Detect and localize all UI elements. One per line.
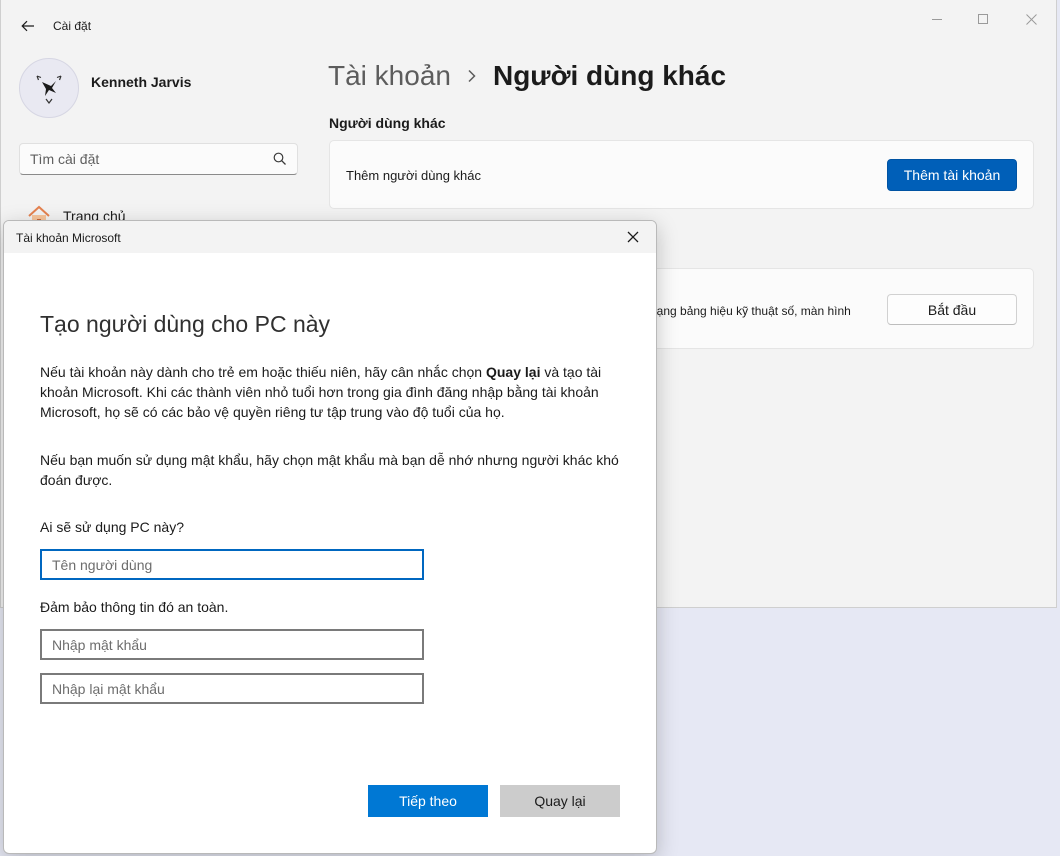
add-account-button[interactable]: Thêm tài khoản <box>887 159 1017 191</box>
notice-text-start: Nếu tài khoản này dành cho trẻ em hoặc t… <box>40 364 486 380</box>
breadcrumb-parent[interactable]: Tài khoản <box>328 60 451 92</box>
minimize-icon <box>932 19 942 20</box>
dialog-title-bar: Tài khoản Microsoft <box>4 221 656 253</box>
password-input[interactable] <box>40 629 424 660</box>
add-user-text: Thêm người dùng khác <box>346 168 482 183</box>
next-button[interactable]: Tiếp theo <box>368 785 488 817</box>
avatar[interactable] <box>19 58 79 118</box>
password-advice: Nếu bạn muốn sử dụng mật khẩu, hãy chọn … <box>40 452 619 488</box>
breadcrumb: Tài khoản Người dùng khác <box>328 60 726 92</box>
get-started-button[interactable]: Bắt đầu <box>887 294 1017 325</box>
section-title: Người dùng khác <box>329 115 446 131</box>
maximize-icon <box>978 14 988 24</box>
microsoft-account-dialog: Tài khoản Microsoft Tạo người dùng cho P… <box>3 220 657 854</box>
title-bar: Cài đặt <box>1 0 1056 52</box>
back-button[interactable] <box>15 14 41 38</box>
search-input[interactable] <box>20 144 270 174</box>
back-dialog-button[interactable]: Quay lại <box>500 785 620 817</box>
search-icon[interactable] <box>273 152 287 166</box>
arrow-left-icon <box>21 20 34 32</box>
dialog-heading: Tạo người dùng cho PC này <box>40 311 331 337</box>
app-title: Cài đặt <box>53 19 92 33</box>
user-logo-icon <box>36 75 62 104</box>
close-icon <box>1025 13 1037 25</box>
who-label: Ai sẽ sử dụng PC này? <box>40 519 185 535</box>
kiosk-description: dạng bảng hiệu kỹ thuật số, màn hình <box>650 304 851 318</box>
password-confirm-input[interactable] <box>40 673 424 704</box>
close-icon <box>627 231 639 243</box>
minimize-button[interactable] <box>914 8 960 30</box>
secure-label: Đảm bảo thông tin đó an toàn. <box>40 599 229 615</box>
child-account-notice: Nếu tài khoản này dành cho trẻ em hoặc t… <box>40 362 620 422</box>
dialog-close-button[interactable] <box>626 230 642 246</box>
notice-text-bold: Quay lại <box>485 364 541 380</box>
dialog-title: Tài khoản Microsoft <box>16 231 121 245</box>
add-user-card: Thêm người dùng khác Thêm tài khoản <box>329 140 1034 209</box>
maximize-button[interactable] <box>960 8 1006 30</box>
close-window-button[interactable] <box>1008 8 1054 30</box>
user-name: Kenneth Jarvis <box>91 74 192 90</box>
search-box <box>19 143 298 175</box>
page-title: Người dùng khác <box>492 60 727 91</box>
chevron-right-icon <box>467 69 477 83</box>
username-input[interactable] <box>40 549 424 580</box>
